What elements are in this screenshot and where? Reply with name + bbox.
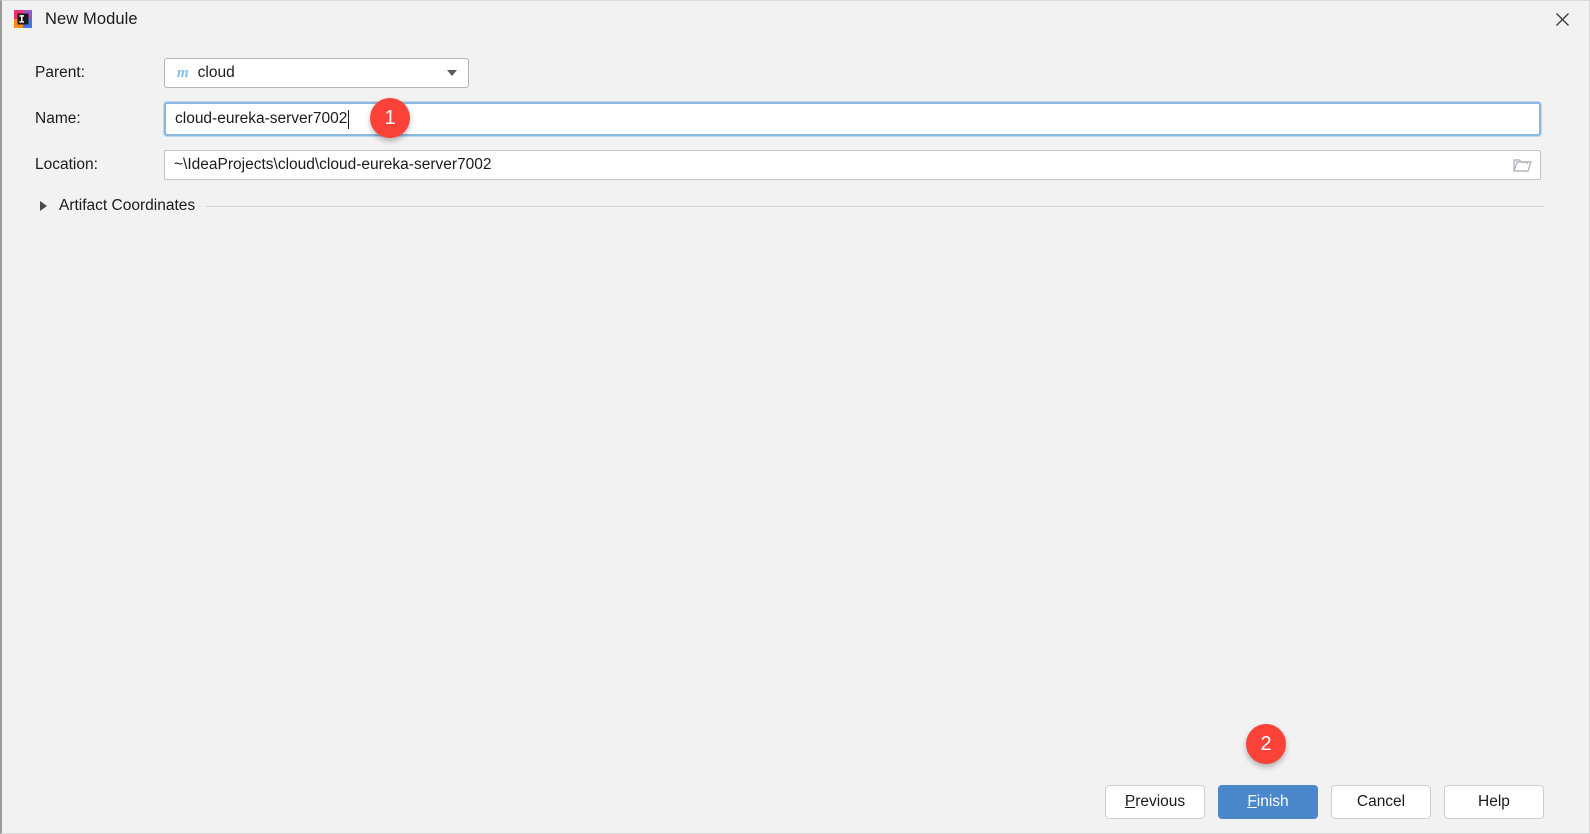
triangle-right-icon	[40, 201, 47, 211]
location-row: Location: ~\IdeaProjects\cloud\cloud-eur…	[2, 149, 1589, 181]
finish-label: inish	[1256, 793, 1289, 810]
parent-row: Parent: m cloud	[2, 57, 1589, 89]
name-input-value: cloud-eureka-server7002	[175, 110, 348, 127]
finish-mnemonic: F	[1247, 793, 1257, 810]
dialog-footer: Previous Finish Cancel Help	[2, 771, 1589, 833]
previous-mnemonic: P	[1124, 793, 1136, 810]
text-caret	[348, 109, 350, 129]
location-input-value: ~\IdeaProjects\cloud\cloud-eureka-server…	[174, 156, 492, 173]
section-divider	[206, 205, 1544, 207]
intellij-idea-icon	[14, 10, 32, 28]
close-icon[interactable]	[1535, 1, 1589, 37]
name-label: Name:	[35, 110, 81, 127]
cancel-label: Cancel	[1356, 793, 1406, 810]
help-label: Help	[1478, 793, 1510, 810]
maven-module-icon: m	[177, 64, 189, 81]
parent-label: Parent:	[35, 64, 85, 81]
previous-button[interactable]: Previous	[1105, 785, 1205, 819]
cancel-button[interactable]: Cancel	[1331, 785, 1431, 819]
window-title: New Module	[45, 9, 138, 28]
location-label: Location:	[35, 156, 98, 173]
title-bar: New Module	[2, 1, 1589, 37]
location-input[interactable]: ~\IdeaProjects\cloud\cloud-eureka-server…	[164, 150, 1541, 180]
help-button[interactable]: Help	[1444, 785, 1544, 819]
parent-combobox[interactable]: m cloud	[164, 58, 469, 88]
artifact-coordinates-label: Artifact Coordinates	[59, 197, 196, 214]
name-row: Name: cloud-eureka-server7002	[2, 101, 1589, 137]
new-module-dialog: New Module Parent: m cloud Name: cloud-e…	[0, 0, 1590, 834]
chevron-down-icon	[447, 70, 457, 76]
artifact-coordinates-section[interactable]: Artifact Coordinates	[2, 193, 1589, 219]
parent-value: cloud	[197, 64, 235, 81]
annotation-badge-2: 2	[1246, 724, 1286, 764]
folder-browse-icon[interactable]	[1512, 157, 1532, 173]
name-input[interactable]: cloud-eureka-server7002	[164, 102, 1541, 136]
previous-label: revious	[1135, 793, 1186, 810]
finish-button[interactable]: Finish	[1218, 785, 1318, 819]
